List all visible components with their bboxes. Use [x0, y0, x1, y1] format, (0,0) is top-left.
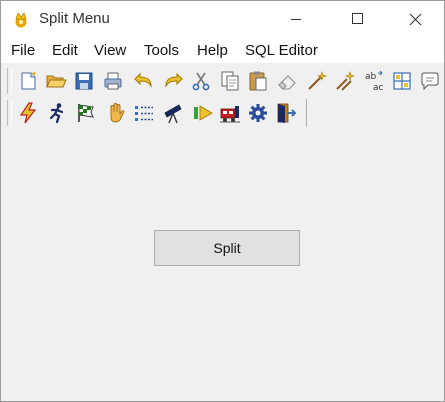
menu-tools[interactable]: Tools	[144, 42, 179, 59]
toolbar-grip[interactable]	[7, 68, 12, 94]
menu-bar: File Edit View Tools Help SQL Editor	[1, 37, 444, 63]
wand-button[interactable]	[305, 69, 329, 93]
gear-button[interactable]	[246, 101, 270, 125]
paste-icon	[249, 71, 267, 91]
grid-icon	[393, 72, 411, 90]
menu-view[interactable]: View	[94, 42, 126, 59]
minimize-button[interactable]	[266, 1, 324, 37]
telescope-button[interactable]	[161, 101, 185, 125]
secondary-toolbar	[1, 97, 307, 129]
train-icon	[220, 106, 240, 123]
minimize-icon	[291, 19, 301, 20]
list-button[interactable]	[132, 101, 156, 125]
play-forward-button[interactable]	[191, 101, 215, 125]
eraser-icon	[278, 75, 296, 90]
checkered-flag-button[interactable]	[74, 101, 98, 125]
split-button[interactable]: Split	[154, 230, 300, 266]
copy-button[interactable]	[218, 69, 242, 93]
gear-icon	[249, 104, 267, 122]
wands-icon	[336, 71, 355, 91]
telescope-icon	[164, 104, 182, 124]
application-window: Split Menu File Edit View Tools Help SQL…	[0, 0, 445, 402]
eraser-button[interactable]	[275, 69, 299, 93]
exit-button[interactable]	[274, 101, 298, 125]
save-button[interactable]	[72, 69, 96, 93]
spellcheck-button[interactable]: ab ac	[363, 69, 387, 93]
menu-file[interactable]: File	[11, 42, 35, 59]
print-icon	[104, 72, 122, 90]
window-title: Split Menu	[39, 10, 110, 27]
redo-icon	[165, 72, 183, 88]
spellcheck-icon: ab ac	[365, 70, 384, 93]
title-bar[interactable]: Split Menu	[1, 1, 444, 37]
new-file-icon	[21, 71, 37, 90]
undo-button[interactable]	[132, 69, 156, 93]
open-folder-icon	[46, 75, 67, 88]
cut-icon	[192, 72, 210, 91]
save-icon	[75, 72, 93, 90]
train-button[interactable]	[218, 101, 242, 125]
checkered-flag-icon	[78, 104, 94, 122]
copy-icon	[221, 71, 239, 91]
maximize-button[interactable]	[328, 1, 386, 37]
play-forward-icon	[194, 105, 213, 121]
toolbar-grip[interactable]	[7, 100, 12, 126]
menu-edit[interactable]: Edit	[52, 42, 78, 59]
wand-icon	[308, 71, 327, 90]
close-button[interactable]	[386, 1, 444, 37]
svg-text:ac: ac	[373, 83, 384, 93]
new-file-button[interactable]	[17, 69, 41, 93]
svg-text:ab: ab	[365, 72, 377, 82]
menu-help[interactable]: Help	[197, 42, 228, 59]
speech-bubble-icon	[421, 72, 439, 91]
close-icon	[409, 13, 422, 26]
exit-door-icon	[277, 103, 297, 123]
hand-button[interactable]	[104, 101, 128, 125]
lightning-button[interactable]	[16, 101, 40, 125]
running-man-icon	[49, 103, 64, 124]
redo-button[interactable]	[161, 69, 185, 93]
open-button[interactable]	[44, 69, 68, 93]
main-toolbar: ab ac	[1, 65, 444, 97]
run-button[interactable]	[45, 101, 69, 125]
hand-icon	[110, 103, 125, 123]
print-button[interactable]	[101, 69, 125, 93]
undo-icon	[134, 72, 152, 88]
toolbar-end-separator	[306, 99, 307, 127]
maximize-icon	[352, 13, 363, 24]
comment-button[interactable]	[418, 69, 442, 93]
list-icon	[135, 106, 153, 121]
grid-button[interactable]	[390, 69, 414, 93]
app-logo-icon	[12, 10, 30, 28]
wands-button[interactable]	[334, 69, 358, 93]
cut-button[interactable]	[189, 69, 213, 93]
paste-button[interactable]	[246, 69, 270, 93]
menu-sql-editor[interactable]: SQL Editor	[245, 42, 318, 59]
lightning-icon	[19, 102, 37, 124]
